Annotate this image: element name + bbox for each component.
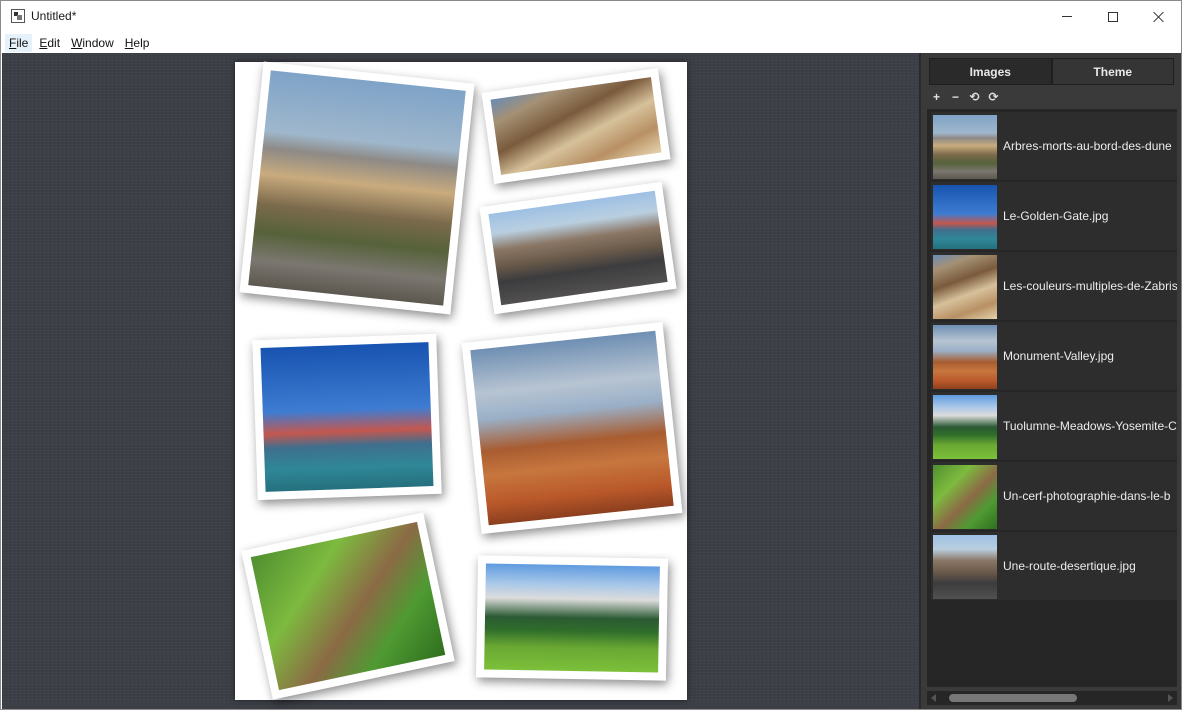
sidebar-panel: Images Theme + − ⟲ ⟳ Arbres-morts-au-bor… <box>919 53 1181 709</box>
minimize-icon <box>1062 16 1072 17</box>
title-bar[interactable]: Untitled* <box>1 1 1181 32</box>
menu-bar: File Edit Window Help <box>1 32 1181 53</box>
image-thumbnail <box>933 535 997 599</box>
menu-help[interactable]: Help <box>121 34 154 52</box>
menu-window[interactable]: Window <box>67 34 118 52</box>
scroll-left-icon[interactable] <box>931 694 936 702</box>
image-list-item[interactable]: Un-cerf-photographie-dans-le-b <box>931 462 1177 530</box>
image-file-name: Une-route-desertique.jpg <box>1003 559 1136 573</box>
image-list-item[interactable]: Arbres-morts-au-bord-des-dune <box>931 112 1177 180</box>
collage-photo-golden-gate-image <box>260 342 434 492</box>
collage-photo-tuolumne-image <box>484 563 660 673</box>
collage-photo-golden-gate[interactable] <box>252 333 442 501</box>
maximize-icon <box>1108 11 1118 22</box>
scroll-right-icon[interactable] <box>1168 694 1173 702</box>
image-file-name: Tuolumne-Meadows-Yosemite-C <box>1003 419 1177 433</box>
minimize-button[interactable] <box>1044 1 1090 32</box>
image-list-item[interactable]: Tuolumne-Meadows-Yosemite-C <box>931 392 1177 460</box>
image-list-item[interactable]: Une-route-desertique.jpg <box>931 532 1177 600</box>
collage-photo-road[interactable] <box>479 181 677 315</box>
collage-photo-deer[interactable] <box>241 512 455 700</box>
app-icon <box>11 9 25 23</box>
image-list[interactable]: Arbres-morts-au-bord-des-dune Le-Golden-… <box>927 109 1177 687</box>
collage-photo-zabriskie[interactable] <box>481 68 671 184</box>
image-file-name: Monument-Valley.jpg <box>1003 349 1114 363</box>
rotate-left-icon[interactable]: ⟲ <box>965 89 984 105</box>
collage-photo-monument-valley-image <box>470 330 674 526</box>
collage-photo-zabriskie-image <box>490 77 662 175</box>
collage-photo-desert-image <box>248 70 466 306</box>
menu-window-label: indow <box>82 35 114 50</box>
image-thumbnail <box>933 465 997 529</box>
image-list-item[interactable]: Monument-Valley.jpg <box>931 322 1177 390</box>
menu-edit-label: dit <box>47 35 61 50</box>
close-button[interactable] <box>1136 1 1182 32</box>
image-thumbnail <box>933 395 997 459</box>
scrollbar-thumb[interactable] <box>949 694 1077 702</box>
image-thumbnail <box>933 325 997 389</box>
collage-photo-monument-valley[interactable] <box>461 321 683 535</box>
menu-window-mnemonic: W <box>71 35 83 50</box>
window-title: Untitled* <box>31 9 77 23</box>
rotate-right-icon[interactable]: ⟳ <box>984 89 1003 105</box>
maximize-button[interactable] <box>1090 1 1136 32</box>
image-file-name: Les-couleurs-multiples-de-Zabris <box>1003 279 1177 293</box>
menu-edit[interactable]: Edit <box>35 34 64 52</box>
image-list-item[interactable]: Les-couleurs-multiples-de-Zabris <box>931 252 1177 320</box>
add-image-icon[interactable]: + <box>927 89 946 105</box>
image-file-name: Un-cerf-photographie-dans-le-b <box>1003 489 1171 503</box>
image-list-item[interactable]: Le-Golden-Gate.jpg <box>931 182 1177 250</box>
sidebar-tabs: Images Theme <box>929 58 1174 85</box>
image-toolbar: + − ⟲ ⟳ <box>927 89 1003 105</box>
menu-file-label: ile <box>16 35 29 50</box>
image-file-name: Le-Golden-Gate.jpg <box>1003 209 1109 223</box>
image-file-name: Arbres-morts-au-bord-des-dune <box>1003 139 1172 153</box>
collage-photo-road-image <box>488 190 668 306</box>
canvas-area[interactable] <box>2 53 919 709</box>
collage-photo-deer-image <box>250 521 446 691</box>
tab-images[interactable]: Images <box>929 58 1052 85</box>
image-thumbnail <box>933 185 997 249</box>
app-window: Untitled* File Edit Window Help Images T… <box>0 0 1182 710</box>
image-list-horizontal-scrollbar[interactable] <box>927 691 1177 705</box>
image-thumbnail <box>933 255 997 319</box>
collage-photo-tuolumne[interactable] <box>475 555 669 681</box>
remove-image-icon[interactable]: − <box>946 89 965 105</box>
menu-file[interactable]: File <box>5 33 33 52</box>
close-icon <box>1153 11 1165 23</box>
collage-photo-desert[interactable] <box>239 61 475 315</box>
menu-help-label: elp <box>133 35 150 50</box>
image-thumbnail <box>933 115 997 179</box>
collage-page[interactable] <box>235 61 687 700</box>
tab-theme[interactable]: Theme <box>1051 58 1174 85</box>
